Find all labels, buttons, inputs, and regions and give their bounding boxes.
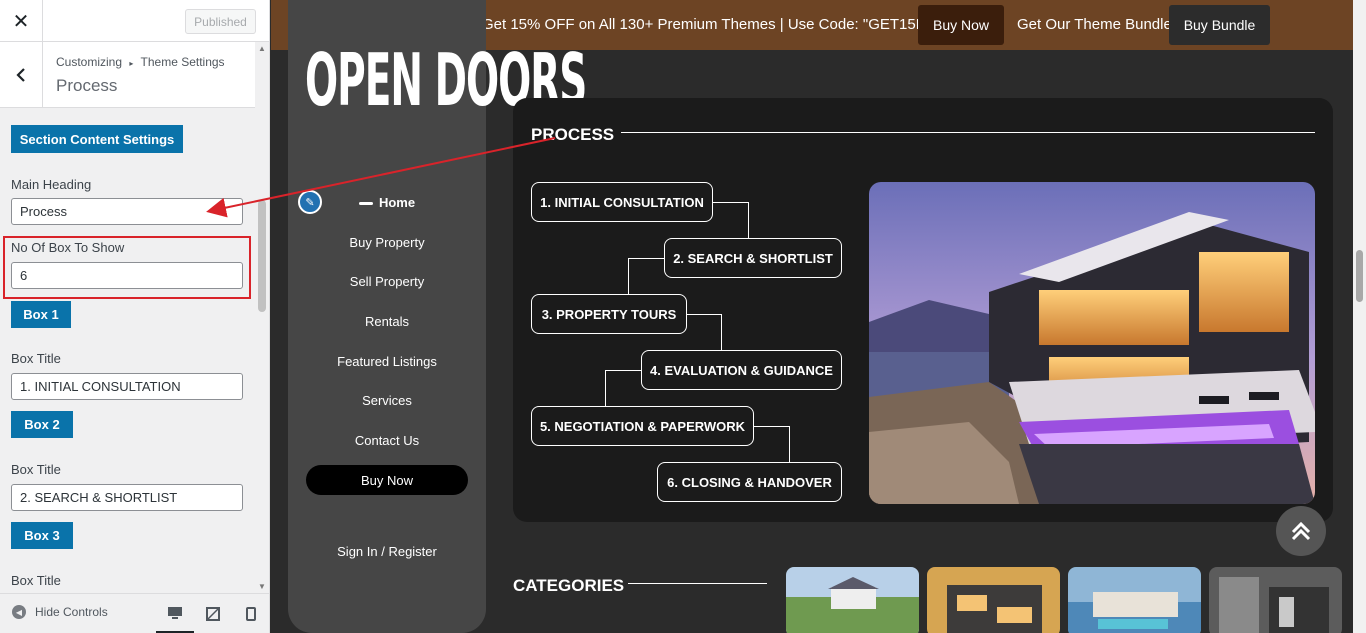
customizer-header: ✕ Published bbox=[0, 0, 269, 42]
site-sidebar-nav: OPEN DOORS ✎ Home Buy Property Sell Prop… bbox=[288, 0, 587, 633]
nav-buy-now-button[interactable]: Buy Now bbox=[306, 465, 468, 495]
box-3-button[interactable]: Box 3 bbox=[11, 522, 73, 549]
box-2-button[interactable]: Box 2 bbox=[11, 411, 73, 438]
process-section: PROCESS 1. INITIAL CONSULTATION 2. SEARC… bbox=[513, 98, 1333, 522]
nav-item-services[interactable]: Services bbox=[288, 393, 486, 408]
category-thumbnail[interactable] bbox=[1209, 567, 1342, 633]
box-2-title-input[interactable]: 2. SEARCH & SHORTLIST bbox=[11, 484, 243, 511]
category-thumbnail[interactable] bbox=[927, 567, 1060, 633]
scroll-up-icon[interactable]: ▲ bbox=[258, 44, 266, 53]
box-1-button[interactable]: Box 1 bbox=[11, 301, 71, 328]
step-connector bbox=[605, 370, 641, 406]
promo-text: Get 15% OFF on All 130+ Premium Themes |… bbox=[482, 16, 954, 33]
double-chevron-up-icon bbox=[1291, 521, 1311, 541]
hide-controls-label: Hide Controls bbox=[35, 605, 108, 619]
section-header: Customizing ▸ Theme Settings Process bbox=[0, 42, 255, 108]
scroll-to-top-button[interactable] bbox=[1276, 506, 1326, 556]
process-heading: PROCESS bbox=[531, 125, 615, 144]
preview-scrollbar[interactable] bbox=[1353, 0, 1366, 633]
box-count-input[interactable]: 6 bbox=[11, 262, 243, 289]
heading-divider bbox=[621, 132, 1315, 133]
nav-item-contact-us[interactable]: Contact Us bbox=[288, 433, 486, 448]
categories-heading: CATEGORIES bbox=[513, 576, 625, 595]
process-house-image bbox=[869, 182, 1315, 504]
published-button[interactable]: Published bbox=[185, 9, 256, 34]
process-step-4: 4. EVALUATION & GUIDANCE bbox=[641, 350, 842, 390]
tablet-preview-icon[interactable] bbox=[194, 594, 232, 633]
box-2-title-label: Box Title bbox=[11, 462, 61, 477]
box-1-title-input[interactable]: 1. INITIAL CONSULTATION bbox=[11, 373, 243, 400]
sign-in-register-link[interactable]: Sign In / Register bbox=[288, 544, 486, 559]
nav-home-label: Home bbox=[378, 195, 416, 210]
active-indicator bbox=[358, 202, 373, 206]
process-step-1: 1. INITIAL CONSULTATION bbox=[531, 182, 713, 222]
nav-item-sell-property[interactable]: Sell Property bbox=[288, 274, 486, 289]
site-preview: Get 15% OFF on All 130+ Premium Themes |… bbox=[271, 0, 1353, 633]
breadcrumb-separator: ▸ bbox=[129, 59, 134, 68]
breadcrumb: Customizing ▸ Theme Settings bbox=[56, 55, 225, 69]
main-heading-label: Main Heading bbox=[11, 177, 92, 192]
scroll-down-icon[interactable]: ▼ bbox=[258, 582, 266, 591]
box-3-title-label: Box Title bbox=[11, 573, 61, 588]
hide-controls-button[interactable]: ◀ Hide Controls bbox=[12, 605, 108, 619]
nav-item-home[interactable]: Home bbox=[288, 195, 486, 210]
theme-bundle-link[interactable]: Get Our Theme Bundle bbox=[1017, 16, 1172, 33]
site-logo[interactable]: OPEN DOORS bbox=[305, 40, 587, 188]
breadcrumb-root: Customizing bbox=[56, 55, 123, 69]
step-connector bbox=[753, 426, 790, 462]
promo-buy-now-button[interactable]: Buy Now bbox=[918, 5, 1004, 45]
controls-scroll-area: Section Content Settings Main Heading Pr… bbox=[0, 109, 255, 593]
step-connector bbox=[712, 202, 749, 238]
section-content-settings-button[interactable]: Section Content Settings bbox=[11, 125, 183, 153]
section-title: Process bbox=[56, 76, 118, 95]
box-1-title-label: Box Title bbox=[11, 351, 61, 366]
customizer-footer: ◀ Hide Controls bbox=[0, 593, 269, 633]
preview-scrollbar-thumb[interactable] bbox=[1356, 250, 1363, 302]
categories-divider bbox=[628, 583, 767, 584]
process-step-2: 2. SEARCH & SHORTLIST bbox=[664, 238, 842, 278]
nav-item-featured-listings[interactable]: Featured Listings bbox=[288, 354, 486, 369]
customizer-scrollbar[interactable]: ▲ ▼ bbox=[256, 42, 268, 593]
box-count-label: No Of Box To Show bbox=[11, 240, 125, 255]
category-thumbnail[interactable] bbox=[786, 567, 919, 633]
nav-item-buy-property[interactable]: Buy Property bbox=[288, 235, 486, 250]
process-step-5: 5. NEGOTIATION & PAPERWORK bbox=[531, 406, 754, 446]
back-icon[interactable] bbox=[0, 42, 43, 108]
collapse-icon: ◀ bbox=[12, 605, 26, 619]
mobile-preview-icon[interactable] bbox=[232, 594, 269, 633]
main-heading-input[interactable]: Process bbox=[11, 198, 243, 225]
customizer-panel: ✕ Published Customizing ▸ Theme Settings… bbox=[0, 0, 270, 633]
close-icon[interactable]: ✕ bbox=[0, 0, 43, 42]
process-step-6: 6. CLOSING & HANDOVER bbox=[657, 462, 842, 502]
desktop-preview-icon[interactable] bbox=[156, 594, 194, 633]
scrollbar-thumb[interactable] bbox=[258, 200, 266, 312]
step-connector bbox=[628, 258, 664, 294]
nav-item-rentals[interactable]: Rentals bbox=[288, 314, 486, 329]
breadcrumb-parent: Theme Settings bbox=[140, 55, 225, 69]
buy-bundle-button[interactable]: Buy Bundle bbox=[1169, 5, 1270, 45]
category-thumbnail[interactable] bbox=[1068, 567, 1201, 633]
process-step-3: 3. PROPERTY TOURS bbox=[531, 294, 687, 334]
step-connector bbox=[686, 314, 722, 350]
